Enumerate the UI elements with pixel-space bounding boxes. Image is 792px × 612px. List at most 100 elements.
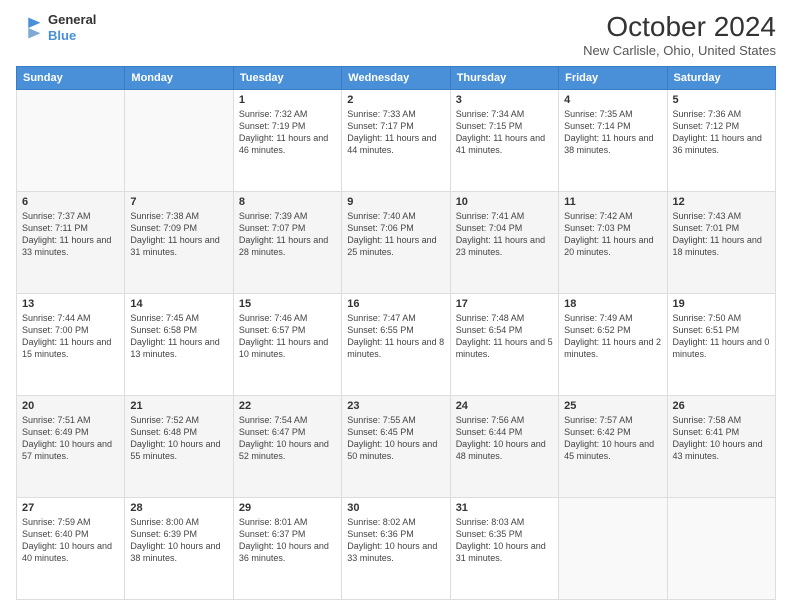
day-info: Sunrise: 7:59 AMSunset: 6:40 PMDaylight:…	[22, 516, 119, 565]
calendar-cell: 31 Sunrise: 8:03 AMSunset: 6:35 PMDayligh…	[450, 497, 558, 599]
logo: General Blue	[16, 12, 96, 43]
day-number: 31	[456, 502, 553, 514]
day-info: Sunrise: 7:45 AMSunset: 6:58 PMDaylight:…	[130, 312, 227, 361]
calendar-cell: 2 Sunrise: 7:33 AMSunset: 7:17 PMDaylight…	[342, 89, 450, 191]
calendar-cell: 10 Sunrise: 7:41 AMSunset: 7:04 PMDayligh…	[450, 191, 558, 293]
day-info: Sunrise: 8:03 AMSunset: 6:35 PMDaylight:…	[456, 516, 553, 565]
day-number: 20	[22, 400, 119, 412]
calendar-cell: 12 Sunrise: 7:43 AMSunset: 7:01 PMDayligh…	[667, 191, 775, 293]
day-header-tuesday: Tuesday	[233, 66, 341, 89]
day-number: 8	[239, 196, 336, 208]
calendar-cell: 19 Sunrise: 7:50 AMSunset: 6:51 PMDayligh…	[667, 293, 775, 395]
calendar-cell: 17 Sunrise: 7:48 AMSunset: 6:54 PMDayligh…	[450, 293, 558, 395]
calendar-cell	[559, 497, 667, 599]
day-info: Sunrise: 7:44 AMSunset: 7:00 PMDaylight:…	[22, 312, 119, 361]
day-info: Sunrise: 7:47 AMSunset: 6:55 PMDaylight:…	[347, 312, 444, 361]
calendar-cell	[17, 89, 125, 191]
day-info: Sunrise: 7:52 AMSunset: 6:48 PMDaylight:…	[130, 414, 227, 463]
calendar-cell: 5Sunrise: 7:36 AMSunset: 7:12 PMDaylight…	[667, 89, 775, 191]
day-number: 30	[347, 502, 444, 514]
day-number: 12	[673, 196, 770, 208]
calendar-cell: 16Sunrise: 7:47 AMSunset: 6:55 PMDayligh…	[342, 293, 450, 395]
day-number: 28	[130, 502, 227, 514]
day-number: 22	[239, 400, 336, 412]
day-info: Sunrise: 7:32 AMSunset: 7:19 PMDaylight:…	[239, 108, 336, 157]
day-info: Sunrise: 7:58 AMSunset: 6:41 PMDaylight:…	[673, 414, 770, 463]
calendar-cell: 6 Sunrise: 7:37 AMSunset: 7:11 PMDaylight…	[17, 191, 125, 293]
day-number: 14	[130, 298, 227, 310]
calendar-table: SundayMondayTuesdayWednesdayThursdayFrid…	[16, 66, 776, 600]
day-info: Sunrise: 7:48 AMSunset: 6:54 PMDaylight:…	[456, 312, 553, 361]
day-info: Sunrise: 7:56 AMSunset: 6:44 PMDaylight:…	[456, 414, 553, 463]
subtitle: New Carlisle, Ohio, United States	[583, 43, 776, 58]
calendar-cell: 18Sunrise: 7:49 AMSunset: 6:52 PMDayligh…	[559, 293, 667, 395]
day-number: 11	[564, 196, 661, 208]
header: General Blue October 2024 New Carlisle, …	[16, 12, 776, 58]
day-info: Sunrise: 7:46 AMSunset: 6:57 PMDaylight:…	[239, 312, 336, 361]
calendar-body: 1 Sunrise: 7:32 AMSunset: 7:19 PMDaylight…	[17, 89, 776, 599]
calendar-cell	[125, 89, 233, 191]
day-number: 1	[239, 94, 336, 106]
calendar-cell: 7Sunrise: 7:38 AMSunset: 7:09 PMDaylight…	[125, 191, 233, 293]
week-row-3: 13 Sunrise: 7:44 AMSunset: 7:00 PMDayligh…	[17, 293, 776, 395]
day-number: 25	[564, 400, 661, 412]
day-info: Sunrise: 7:34 AMSunset: 7:15 PMDaylight:…	[456, 108, 553, 157]
calendar-cell: 8 Sunrise: 7:39 AMSunset: 7:07 PMDaylight…	[233, 191, 341, 293]
day-number: 27	[22, 502, 119, 514]
day-number: 9	[347, 196, 444, 208]
day-info: Sunrise: 8:00 AMSunset: 6:39 PMDaylight:…	[130, 516, 227, 565]
day-info: Sunrise: 8:02 AMSunset: 6:36 PMDaylight:…	[347, 516, 444, 565]
day-header-monday: Monday	[125, 66, 233, 89]
day-number: 21	[130, 400, 227, 412]
day-header-friday: Friday	[559, 66, 667, 89]
day-info: Sunrise: 7:57 AMSunset: 6:42 PMDaylight:…	[564, 414, 661, 463]
calendar-cell: 24Sunrise: 7:56 AMSunset: 6:44 PMDayligh…	[450, 395, 558, 497]
calendar-cell: 4 Sunrise: 7:35 AMSunset: 7:14 PMDaylight…	[559, 89, 667, 191]
day-header-wednesday: Wednesday	[342, 66, 450, 89]
day-info: Sunrise: 7:41 AMSunset: 7:04 PMDaylight:…	[456, 210, 553, 259]
day-number: 17	[456, 298, 553, 310]
logo-icon	[16, 14, 44, 42]
calendar-cell: 20 Sunrise: 7:51 AMSunset: 6:49 PMDayligh…	[17, 395, 125, 497]
calendar-cell: 14 Sunrise: 7:45 AMSunset: 6:58 PMDayligh…	[125, 293, 233, 395]
day-info: Sunrise: 7:37 AMSunset: 7:11 PMDaylight:…	[22, 210, 119, 259]
page: General Blue October 2024 New Carlisle, …	[0, 0, 792, 612]
calendar-cell: 23Sunrise: 7:55 AMSunset: 6:45 PMDayligh…	[342, 395, 450, 497]
logo-text: General Blue	[48, 12, 96, 43]
day-number: 3	[456, 94, 553, 106]
day-info: Sunrise: 7:49 AMSunset: 6:52 PMDaylight:…	[564, 312, 661, 361]
day-info: Sunrise: 7:50 AMSunset: 6:51 PMDaylight:…	[673, 312, 770, 361]
week-row-2: 6 Sunrise: 7:37 AMSunset: 7:11 PMDaylight…	[17, 191, 776, 293]
day-header-saturday: Saturday	[667, 66, 775, 89]
day-number: 5	[673, 94, 770, 106]
day-info: Sunrise: 7:38 AMSunset: 7:09 PMDaylight:…	[130, 210, 227, 259]
day-info: Sunrise: 7:54 AMSunset: 6:47 PMDaylight:…	[239, 414, 336, 463]
day-number: 19	[673, 298, 770, 310]
week-row-4: 20 Sunrise: 7:51 AMSunset: 6:49 PMDayligh…	[17, 395, 776, 497]
day-info: Sunrise: 7:35 AMSunset: 7:14 PMDaylight:…	[564, 108, 661, 157]
calendar-cell: 27 Sunrise: 7:59 AMSunset: 6:40 PMDayligh…	[17, 497, 125, 599]
days-of-week-row: SundayMondayTuesdayWednesdayThursdayFrid…	[17, 66, 776, 89]
day-number: 4	[564, 94, 661, 106]
day-info: Sunrise: 7:40 AMSunset: 7:06 PMDaylight:…	[347, 210, 444, 259]
calendar-cell: 9 Sunrise: 7:40 AMSunset: 7:06 PMDaylight…	[342, 191, 450, 293]
day-number: 6	[22, 196, 119, 208]
day-info: Sunrise: 7:43 AMSunset: 7:01 PMDaylight:…	[673, 210, 770, 259]
calendar-cell: 29Sunrise: 8:01 AMSunset: 6:37 PMDayligh…	[233, 497, 341, 599]
day-number: 26	[673, 400, 770, 412]
week-row-5: 27 Sunrise: 7:59 AMSunset: 6:40 PMDayligh…	[17, 497, 776, 599]
calendar-cell: 25 Sunrise: 7:57 AMSunset: 6:42 PMDayligh…	[559, 395, 667, 497]
calendar-cell: 13 Sunrise: 7:44 AMSunset: 7:00 PMDayligh…	[17, 293, 125, 395]
day-number: 13	[22, 298, 119, 310]
calendar-cell: 26 Sunrise: 7:58 AMSunset: 6:41 PMDayligh…	[667, 395, 775, 497]
day-info: Sunrise: 7:33 AMSunset: 7:17 PMDaylight:…	[347, 108, 444, 157]
day-info: Sunrise: 7:39 AMSunset: 7:07 PMDaylight:…	[239, 210, 336, 259]
day-number: 2	[347, 94, 444, 106]
week-row-1: 1 Sunrise: 7:32 AMSunset: 7:19 PMDaylight…	[17, 89, 776, 191]
day-header-thursday: Thursday	[450, 66, 558, 89]
day-info: Sunrise: 7:51 AMSunset: 6:49 PMDaylight:…	[22, 414, 119, 463]
calendar-cell: 22 Sunrise: 7:54 AMSunset: 6:47 PMDayligh…	[233, 395, 341, 497]
day-number: 10	[456, 196, 553, 208]
calendar-cell: 30 Sunrise: 8:02 AMSunset: 6:36 PMDayligh…	[342, 497, 450, 599]
calendar-cell: 28 Sunrise: 8:00 AMSunset: 6:39 PMDayligh…	[125, 497, 233, 599]
